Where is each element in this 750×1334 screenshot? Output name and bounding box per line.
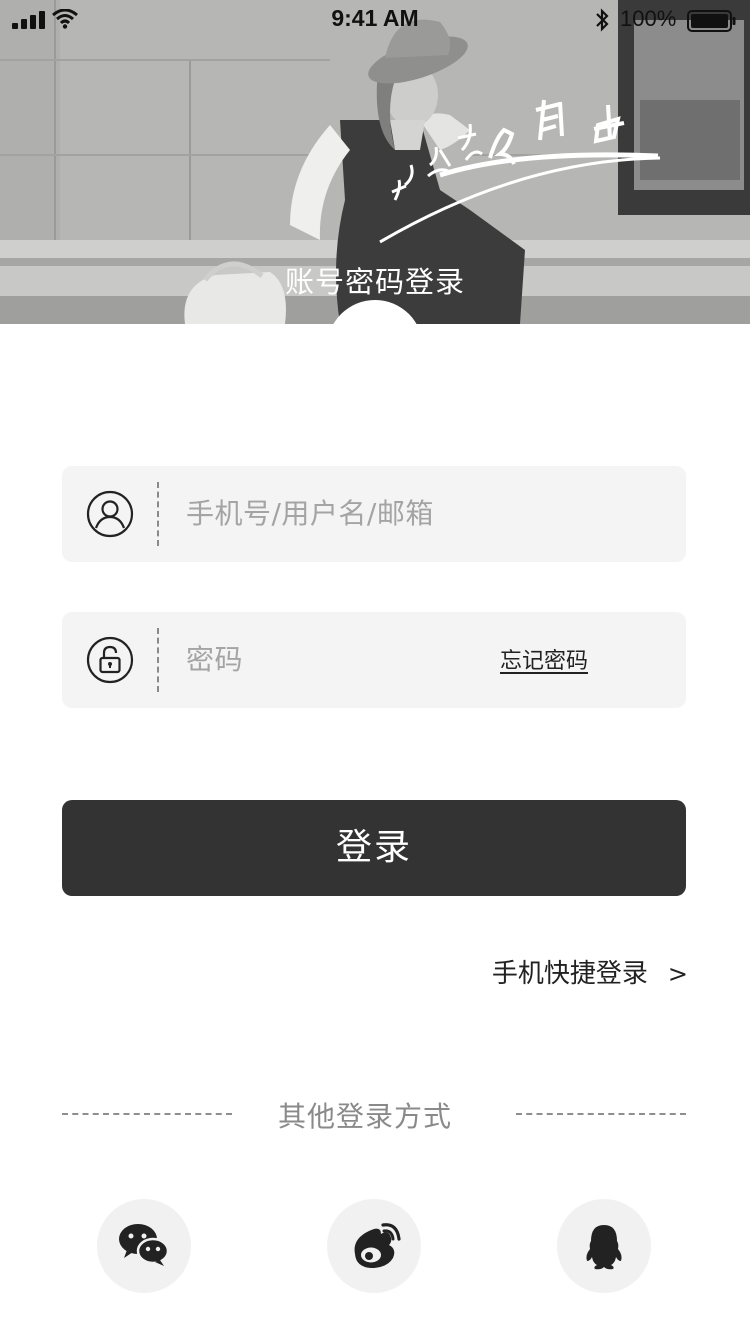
chevron-right-icon: >	[667, 960, 688, 988]
login-button[interactable]: 登录	[62, 800, 686, 896]
username-input[interactable]: 手机号/用户名/邮箱	[186, 466, 434, 562]
qq-icon	[586, 1225, 622, 1270]
weibo-icon	[354, 1223, 401, 1268]
weibo-login-button[interactable]	[327, 1199, 421, 1293]
username-field[interactable]: 手机号/用户名/邮箱	[62, 466, 686, 562]
battery-percentage: 100%	[620, 6, 677, 31]
bluetooth-icon	[596, 8, 609, 32]
status-bar: 9:41 AM 100%	[0, 0, 750, 40]
login-screen: 账号密码登录 9:41 AM 100% 手机号/用户名/邮箱 密码 忘记密码 登…	[0, 0, 750, 1334]
qq-login-button[interactable]	[557, 1199, 651, 1293]
hero-title: 账号密码登录	[284, 265, 465, 299]
forgot-password-link[interactable]: 忘记密码	[500, 612, 588, 708]
field-divider	[157, 482, 159, 546]
divider-line-right	[516, 1113, 686, 1115]
user-icon	[86, 490, 134, 538]
battery-icon	[687, 10, 736, 32]
password-input[interactable]: 密码	[186, 612, 243, 708]
hero-banner: 账号密码登录	[0, 0, 750, 324]
other-login-title: 其他登录方式	[277, 1100, 452, 1133]
wechat-login-button[interactable]	[97, 1199, 191, 1293]
field-divider	[157, 628, 159, 692]
quick-login-label: 手机快捷登录	[491, 959, 648, 989]
wechat-icon	[119, 1224, 170, 1266]
password-field[interactable]: 密码 忘记密码	[62, 612, 686, 708]
lock-icon	[86, 636, 134, 684]
quick-login-link[interactable]: 手机快捷登录 >	[492, 952, 688, 996]
